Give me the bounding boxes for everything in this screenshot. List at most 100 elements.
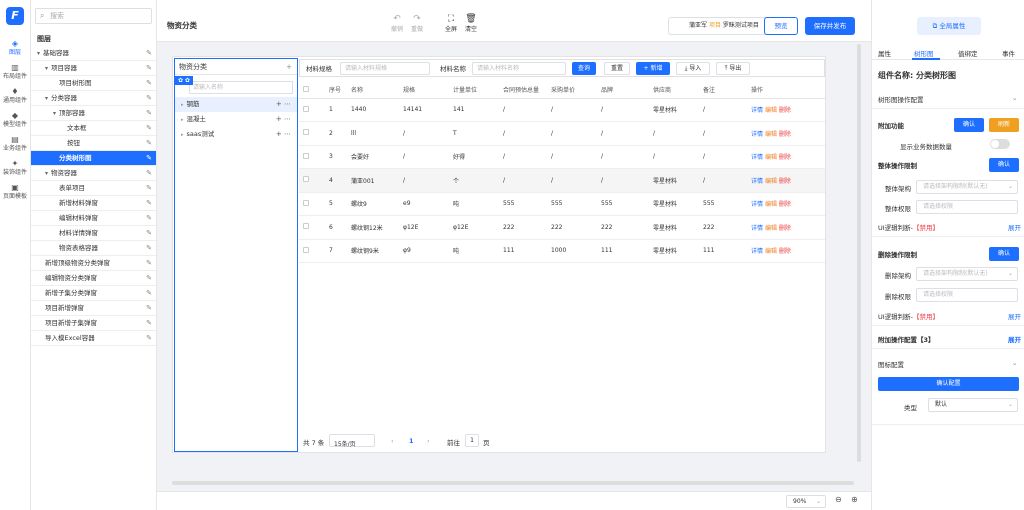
caret-down-icon[interactable]: ▾ [53, 110, 56, 117]
detail-link[interactable]: 详情 [751, 248, 763, 255]
table-row[interactable]: 5 螺纹9 e9 吨 555 555 555 零星材料 555 详情 编辑 删除 [299, 192, 825, 216]
edit-icon[interactable]: ✎ [146, 61, 152, 76]
add-button[interactable]: + 新增 [636, 62, 670, 75]
edit-link[interactable]: 编辑 [765, 107, 777, 114]
edit-icon[interactable]: ✎ [146, 226, 152, 241]
reset-button[interactable]: 重置 [604, 62, 630, 75]
table-row[interactable]: 3 会要好 / 好得 / / / / / 详情 编辑 删除 [299, 145, 825, 169]
preview-button[interactable]: 预览 [764, 17, 798, 35]
tab-properties[interactable]: 属性 [878, 48, 891, 58]
category-tree-component[interactable]: 物资分类 + ✿ ✿ 请输入名称 ▸ 钢筋 + ⋯ ▸ 混凝土 + ⋯ ▸ saas测试 + ⋯ [174, 58, 298, 452]
add-category-icon[interactable]: + [286, 59, 292, 75]
page-size-select[interactable]: 15条/页 [329, 434, 375, 448]
import-button[interactable]: ⤓ 导入 [676, 62, 710, 75]
layer-node[interactable]: 编辑物资分类弹窗 ✎ [31, 271, 156, 286]
tab-value-binding[interactable]: 值绑定 [958, 48, 978, 58]
delete-arch-select[interactable]: 请选择架构限制(默认无) ⌄ [916, 267, 1018, 281]
edit-link[interactable]: 编辑 [765, 154, 777, 161]
rail-item-model[interactable]: ◆ 模型组件 [0, 109, 30, 133]
layer-node[interactable]: ▾ 分类容器 ✎ [31, 91, 156, 106]
edit-icon[interactable]: ✎ [146, 196, 152, 211]
layer-node[interactable]: 新增材料弹窗 ✎ [31, 196, 156, 211]
edit-icon[interactable]: ✎ [146, 136, 152, 151]
show-count-toggle[interactable] [990, 139, 1010, 149]
category-item[interactable]: ▸ saas测试 + ⋯ [175, 127, 297, 142]
layer-node[interactable]: 项目树形图 ✎ [31, 76, 156, 91]
fullscreen-button[interactable]: ⛶ 全屏 [441, 14, 461, 33]
icon-config-section[interactable]: 图标配置 ⌄ [878, 359, 1024, 369]
delete-link[interactable]: 删除 [779, 178, 791, 185]
export-button[interactable]: ⤒ 导出 [716, 62, 750, 75]
layer-node[interactable]: 表单项目 ✎ [31, 181, 156, 196]
layer-search-input[interactable]: ⌕ 搜索 [35, 8, 152, 24]
detail-link[interactable]: 详情 [751, 201, 763, 208]
row-checkbox[interactable] [303, 152, 309, 159]
edit-icon[interactable]: ✎ [146, 316, 152, 331]
tab-events[interactable]: 事件 [1002, 48, 1015, 58]
layer-node[interactable]: 按钮 ✎ [31, 136, 156, 151]
caret-right-icon[interactable]: ▸ [181, 102, 184, 108]
delete-perm-select[interactable]: 请选择权限 [916, 288, 1018, 302]
edit-icon[interactable]: ✎ [146, 331, 152, 346]
row-checkbox[interactable] [303, 105, 309, 112]
delete-link[interactable]: 删除 [779, 154, 791, 161]
select-all-checkbox[interactable] [303, 85, 309, 92]
delete-link[interactable]: 删除 [779, 201, 791, 208]
table-row[interactable]: 2 lll / T / / / / / 详情 编辑 删除 [299, 121, 825, 146]
table-row[interactable]: 4 蒲亚001/个 / / / 零星材料 / 详情 编辑 删除 [299, 168, 825, 193]
caret-down-icon[interactable]: ▾ [45, 65, 48, 72]
redo-button[interactable]: ↷ 重做 [407, 14, 427, 33]
caret-down-icon[interactable]: ▾ [37, 50, 40, 57]
next-page-button[interactable]: › [427, 437, 430, 445]
edit-icon[interactable]: ✎ [146, 241, 152, 256]
detail-link[interactable]: 详情 [751, 154, 763, 161]
trash-button[interactable]: 🗑 清空 [461, 14, 481, 33]
row-checkbox[interactable] [303, 176, 309, 183]
category-actions-icon[interactable]: + ⋯ [276, 112, 291, 127]
category-name-input[interactable]: 请输入名称 [189, 81, 293, 94]
save-publish-button[interactable]: 保存并发布 [805, 17, 855, 35]
category-item[interactable]: ▸ 钢筋 + ⋯ [175, 97, 297, 112]
goto-page-input[interactable]: 1 [465, 434, 479, 447]
edit-icon[interactable]: ✎ [146, 271, 152, 286]
overall-perm-select[interactable]: 请选择权限 [916, 200, 1018, 214]
layer-node[interactable]: 新增顶级物资分类弹窗 ✎ [31, 256, 156, 271]
caret-down-icon[interactable]: ▾ [45, 170, 48, 177]
confirm-config-button[interactable]: 确认配置 [878, 377, 1019, 391]
edit-icon[interactable]: ✎ [146, 286, 152, 301]
query-button[interactable]: 查询 [572, 62, 596, 75]
caret-down-icon[interactable]: ▾ [45, 95, 48, 102]
edit-icon[interactable]: ✎ [146, 301, 152, 316]
rail-item-general[interactable]: ♦ 通用组件 [0, 85, 30, 109]
zoom-in-icon[interactable]: ⊕ [851, 495, 858, 504]
edit-link[interactable]: 编辑 [765, 131, 777, 138]
detail-link[interactable]: 详情 [751, 131, 763, 138]
rail-item-template[interactable]: ▣ 页面模板 [0, 181, 30, 205]
tab-tree[interactable]: 树形图 [914, 48, 934, 58]
edit-icon[interactable]: ✎ [146, 211, 152, 226]
layer-node[interactable]: 项目新增子集弹窗 ✎ [31, 316, 156, 331]
category-actions-icon[interactable]: + ⋯ [276, 127, 291, 142]
spec-input[interactable]: 请输入材料规格 [340, 62, 430, 75]
table-row[interactable]: 7 螺纹钢9米 φ9 吨 111 1000 111 零星材料 111 详情 编辑 删除 [299, 239, 825, 263]
layer-node[interactable]: ▾ 项目容器 ✎ [31, 61, 156, 76]
zoom-out-icon[interactable]: ⊖ [835, 495, 842, 504]
edit-icon[interactable]: ✎ [146, 121, 152, 136]
detail-link[interactable]: 详情 [751, 178, 763, 185]
delete-confirm-button[interactable]: 确认 [989, 247, 1019, 261]
category-item[interactable]: ▸ 混凝土 + ⋯ [175, 112, 297, 127]
undo-button[interactable]: ↶ 撤销 [387, 14, 407, 33]
overall-arch-select[interactable]: 请选择架构限制(默认无) ⌄ [916, 180, 1018, 194]
layer-node[interactable]: 分类树形图 ✎ [31, 151, 156, 166]
row-checkbox[interactable] [303, 246, 309, 253]
refresh-button[interactable]: 刷新 [989, 118, 1019, 132]
canvas-vertical-scrollbar[interactable] [857, 44, 861, 462]
row-checkbox[interactable] [303, 199, 309, 206]
edit-icon[interactable]: ✎ [146, 46, 152, 61]
detail-link[interactable]: 详情 [751, 225, 763, 232]
overall-confirm-button[interactable]: 确认 [989, 158, 1019, 172]
layer-node[interactable]: ▾ 物资容器 ✎ [31, 166, 156, 181]
delete-expand-link[interactable]: 展开 [1008, 311, 1021, 321]
category-actions-icon[interactable]: + ⋯ [276, 97, 291, 112]
delete-link[interactable]: 删除 [779, 131, 791, 138]
